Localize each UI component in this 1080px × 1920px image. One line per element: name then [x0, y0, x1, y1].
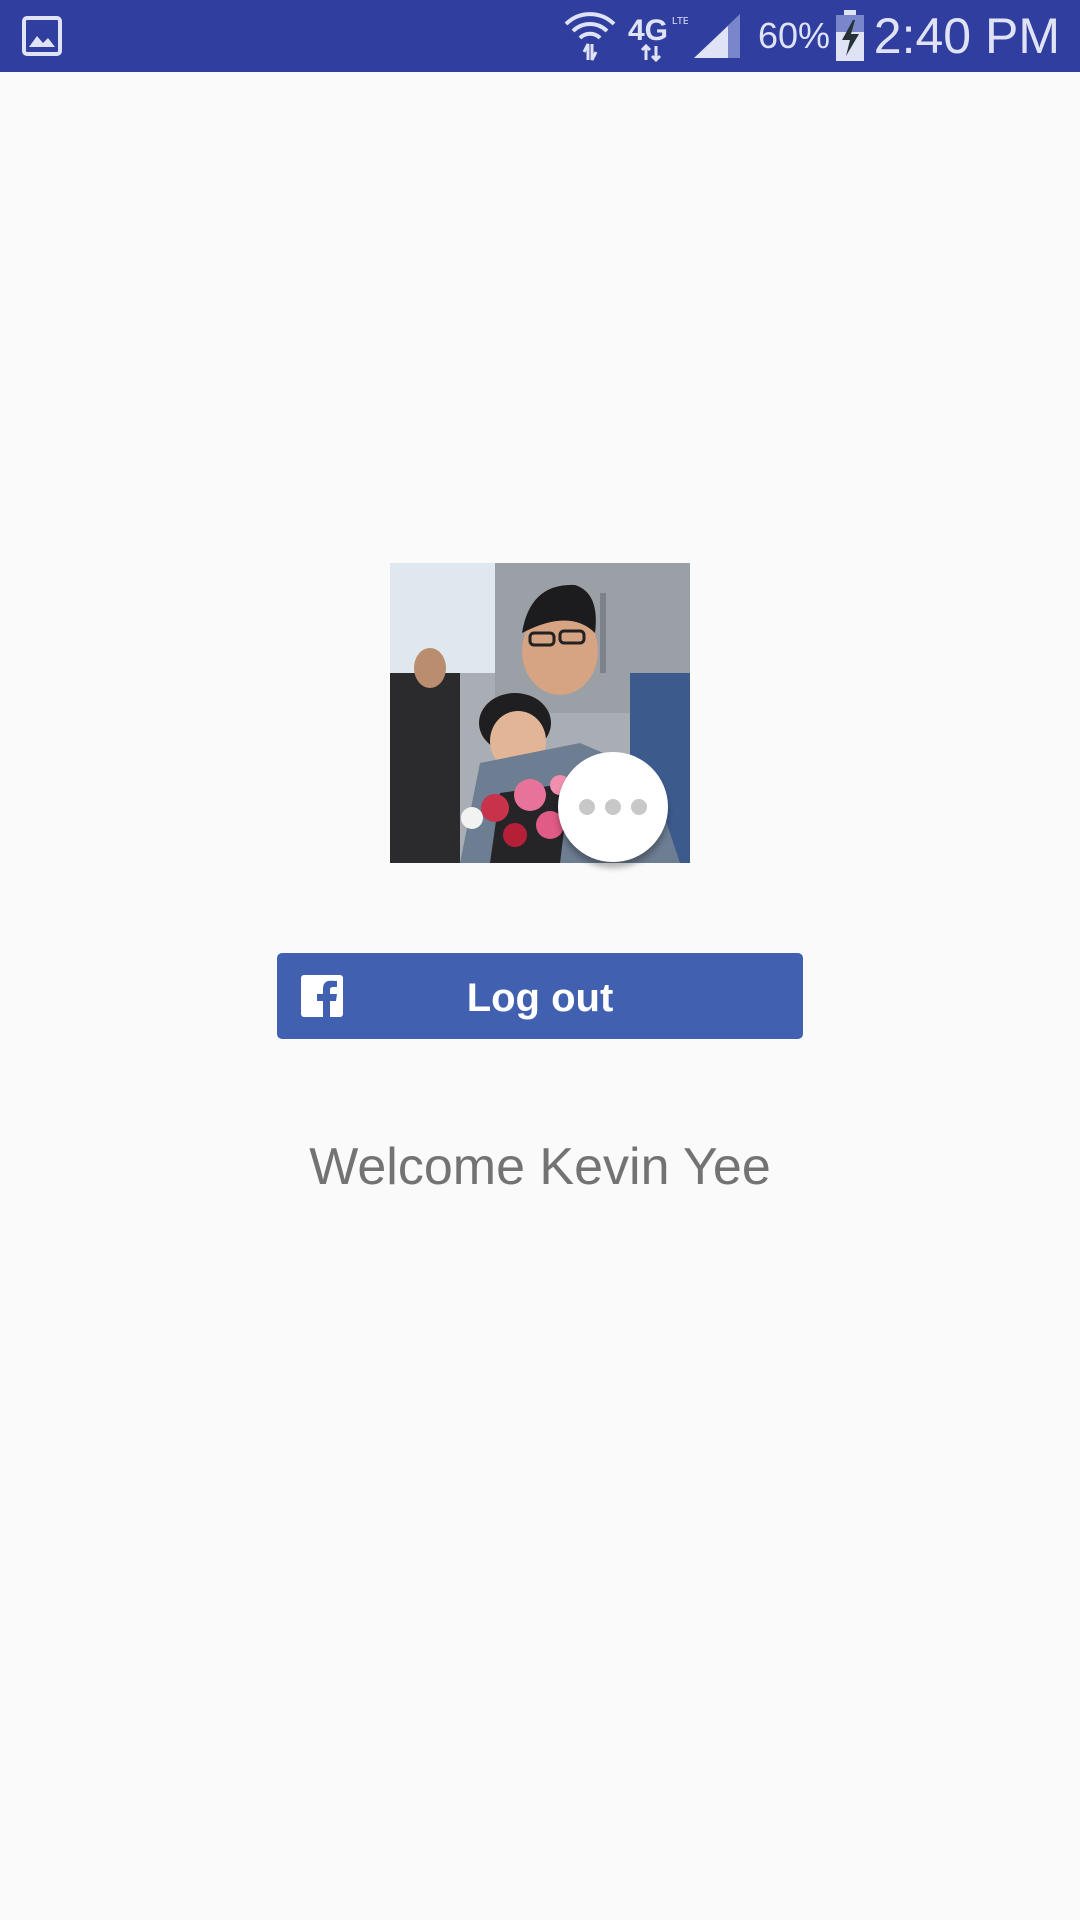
wifi-icon	[564, 12, 616, 61]
status-bar: 4G LTE 60% 2:40 PM	[0, 0, 1080, 72]
app-screen: 4G LTE 60% 2:40 PM Log out Welcome Kevin…	[0, 0, 1080, 1920]
more-horizontal-icon	[579, 799, 595, 815]
svg-text:LTE: LTE	[672, 16, 688, 27]
lte-4g-icon: 4G LTE	[628, 14, 688, 62]
battery-percent: 60%	[758, 15, 831, 56]
logout-button[interactable]: Log out	[277, 953, 803, 1039]
welcome-message: Welcome Kevin Yee	[309, 1138, 771, 1196]
status-clock: 2:40 PM	[873, 8, 1060, 64]
gallery-icon	[22, 16, 62, 56]
more-options-button[interactable]	[558, 752, 668, 862]
battery-charging-icon	[836, 10, 864, 61]
more-horizontal-icon-dot	[605, 799, 621, 815]
signal-icon	[694, 14, 740, 58]
logout-button-label: Log out	[466, 976, 614, 1020]
svg-text:4G: 4G	[628, 14, 668, 47]
more-horizontal-icon-dot	[631, 799, 647, 815]
